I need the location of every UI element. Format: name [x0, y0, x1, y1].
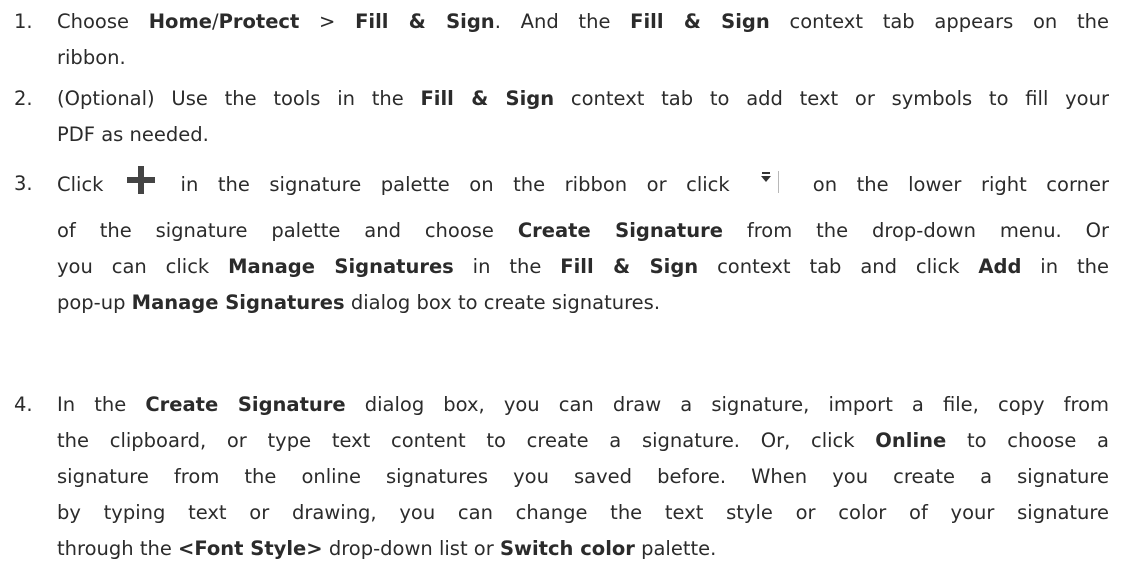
text-line: through the <Font Style> drop-down list …: [57, 537, 717, 560]
instructions-document: 1. Choose Home/Protect > Fill & Sign. An…: [0, 0, 1123, 578]
step-text: (Optional) Use the tools in the Fill & S…: [57, 81, 1109, 153]
step-number: 3.: [14, 172, 33, 195]
text-line: the clipboard, or type text content to c…: [57, 429, 1110, 452]
plus-icon: [127, 166, 155, 194]
step-number: 4.: [14, 393, 33, 416]
text-line: you can click Manage Signatures in the F…: [57, 255, 1109, 278]
text-line: by typing text or drawing, you can chang…: [57, 501, 1109, 524]
text-line: Choose Home/Protect > Fill & Sign. And t…: [57, 10, 1109, 33]
step-text: Click in the signature palette on the ri…: [57, 166, 1109, 203]
text-line: In the Create Signature dialog box, you …: [57, 393, 1110, 416]
text-line: pop-up Manage Signatures dialog box to c…: [57, 291, 661, 314]
step-text: Choose Home/Protect > Fill & Sign. And t…: [57, 4, 1109, 76]
step-text-continued: of the signature palette and choose Crea…: [57, 213, 1109, 321]
step-number: 1.: [14, 10, 33, 33]
step-text: In the Create Signature dialog box, you …: [57, 387, 1109, 567]
text-line: signature from the online signatures you…: [57, 465, 1109, 488]
text-line: (Optional) Use the tools in the Fill & S…: [57, 87, 1109, 110]
text-line: PDF as needed.: [57, 123, 209, 146]
step-number: 2.: [14, 87, 33, 110]
dropdown-icon: [759, 171, 785, 193]
text-line: Click in the signature palette on the ri…: [57, 166, 1109, 203]
text-line: of the signature palette and choose Crea…: [57, 219, 1110, 242]
text-line: ribbon.: [57, 46, 126, 69]
